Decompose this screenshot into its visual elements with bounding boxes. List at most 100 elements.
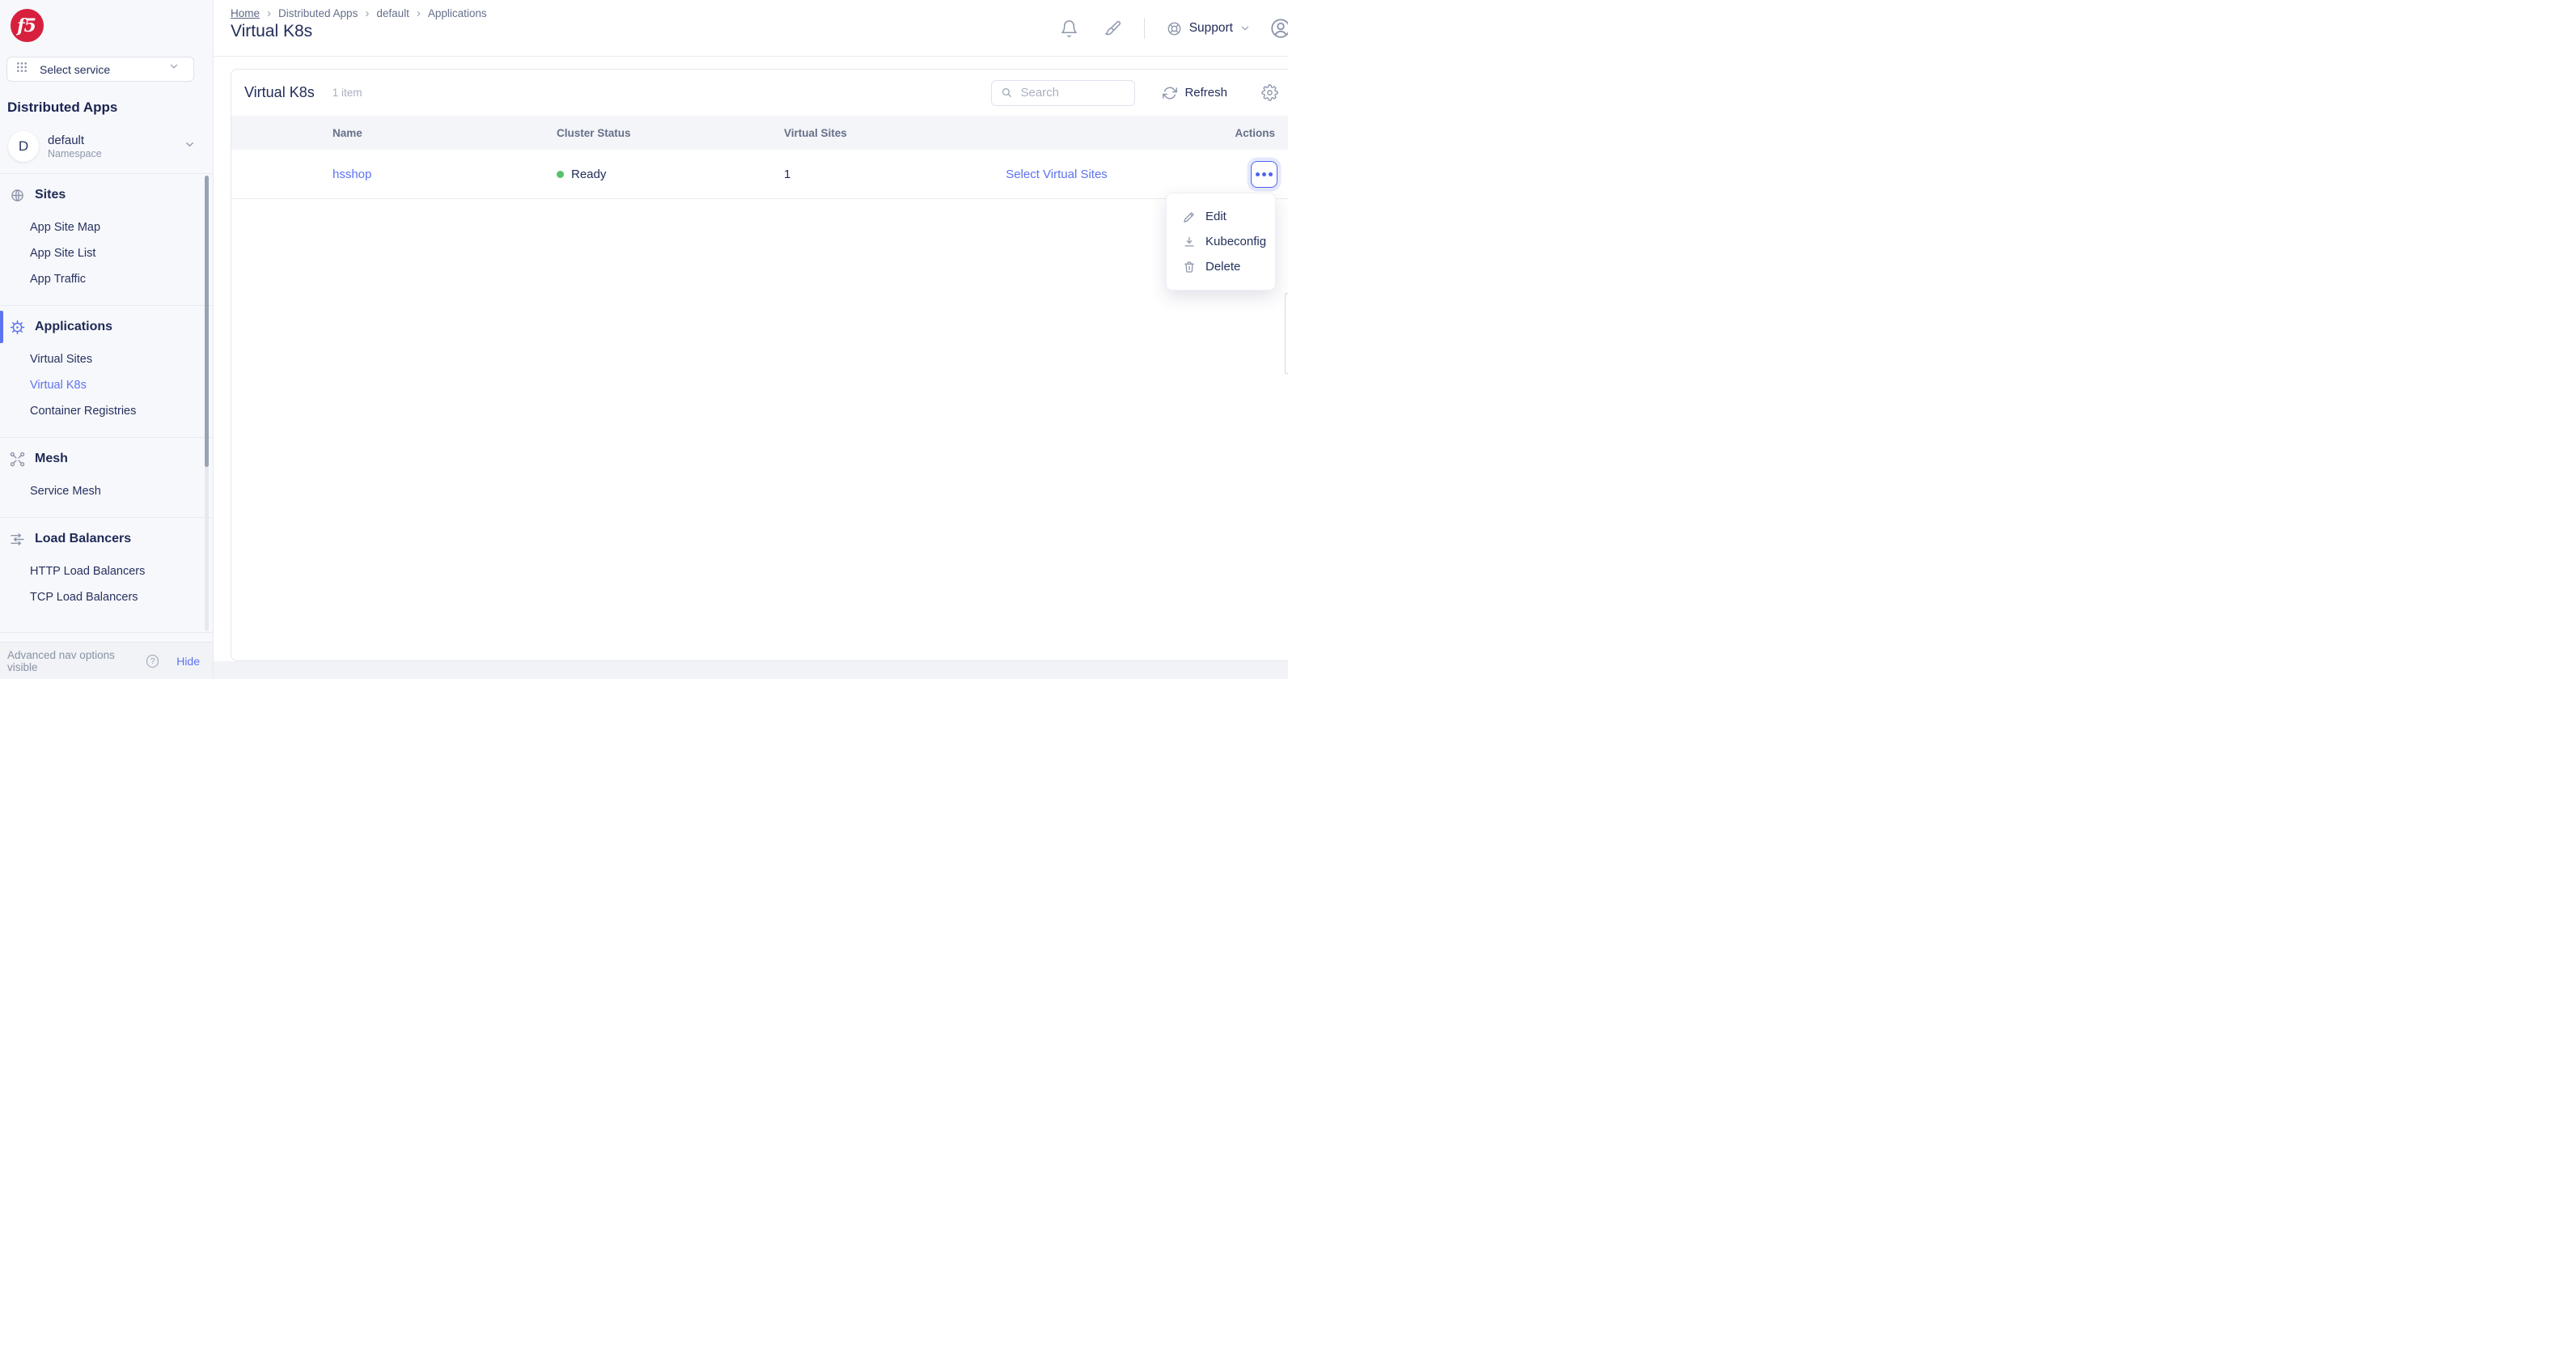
breadcrumb: Home › Distributed Apps › default › Appl… [231,7,487,19]
status-label: Ready [571,168,606,181]
sidebar-scrollbar-thumb[interactable] [205,176,209,467]
support-label: Support [1189,21,1233,36]
more-actions-button[interactable] [1251,161,1277,188]
search-icon [1000,86,1014,100]
top-bar: Home › Distributed Apps › default › Appl… [214,0,1288,57]
hide-nav-link[interactable]: Hide [176,655,200,668]
sidebar-item-app-traffic[interactable]: App Traffic [0,266,213,292]
sidebar-item-virtual-sites[interactable]: Virtual Sites [0,346,213,372]
more-horizontal-icon [1256,172,1260,176]
page-scrollbar-fragment[interactable] [1285,293,1288,374]
page-title: Virtual K8s [231,22,312,41]
breadcrumb-home[interactable]: Home [231,7,260,19]
virtual-sites-count: 1 [784,168,955,181]
search-box [991,80,1135,106]
f5-logo-text: f5 [17,15,37,36]
sidebar-item-sites[interactable]: Sites [0,184,213,206]
sidebar-item-app-site-list[interactable]: App Site List [0,240,213,266]
trash-icon [1182,260,1197,274]
menu-item-label: Edit [1205,210,1227,223]
sidebar: f5 Select service Distributed Apps D def… [0,0,214,679]
more-horizontal-icon [1262,172,1266,176]
column-header-cluster-status: Cluster Status [557,127,784,139]
chevron-down-icon [168,61,185,78]
sidebar-item-applications[interactable]: Applications [0,316,213,338]
sidebar-heading: Distributed Apps [7,100,117,116]
actions-cell [1251,161,1288,188]
pencil-icon [1182,210,1197,224]
apps-grid-icon [15,61,32,78]
nav-section-mesh: Mesh Service Mesh [0,438,213,518]
gear-icon[interactable] [1261,84,1278,101]
namespace-type-label: Namespace [48,148,102,159]
column-header-virtual-sites: Virtual Sites [784,127,955,139]
section-label: Applications [35,320,112,334]
select-virtual-sites-link[interactable]: Select Virtual Sites [1006,168,1108,181]
chevron-down-icon [1239,23,1251,34]
sidebar-item-container-registries[interactable]: Container Registries [0,398,213,424]
support-menu[interactable]: Support [1166,20,1251,37]
nav-section-sites: Sites App Site Map App Site List App Tra… [0,174,213,306]
row-name-link[interactable]: hsshop [333,168,557,181]
virtual-k8s-card: Virtual K8s 1 item Ref [231,69,1288,661]
advanced-nav-label: Advanced nav options visible [7,649,140,673]
lifebuoy-icon [1166,20,1183,37]
breadcrumb-separator: › [267,7,271,19]
item-count: 1 item [333,87,362,99]
sidebar-item-service-mesh[interactable]: Service Mesh [0,478,213,504]
load-balancer-icon [9,531,26,548]
menu-item-kubeconfig[interactable]: Kubeconfig [1167,229,1275,254]
globe-icon [9,187,26,204]
table-row: hsshop Ready 1 Select Virtual Sites [231,150,1288,199]
sidebar-item-app-site-map[interactable]: App Site Map [0,214,213,240]
mesh-nodes-icon [9,451,26,468]
breadcrumb-distributed-apps[interactable]: Distributed Apps [278,7,358,19]
menu-item-edit[interactable]: Edit [1167,204,1275,229]
refresh-label: Refresh [1184,86,1227,100]
menu-item-label: Kubeconfig [1205,235,1266,248]
chevron-down-icon [184,138,201,155]
refresh-button[interactable]: Refresh [1163,86,1227,100]
namespace-selector[interactable]: D default Namespace [3,126,210,167]
select-service-dropdown[interactable]: Select service [6,57,194,82]
sidebar-item-tcp-load-balancers[interactable]: TCP Load Balancers [0,584,213,610]
question-icon[interactable]: ? [146,655,159,668]
sidebar-item-http-load-balancers[interactable]: HTTP Load Balancers [0,558,213,584]
breadcrumb-default[interactable]: default [376,7,409,19]
kubernetes-helm-icon [9,319,26,336]
bell-icon[interactable] [1060,19,1078,38]
namespace-name: default [48,134,102,147]
menu-item-delete[interactable]: Delete [1167,254,1275,279]
status-dot-icon [557,171,564,178]
namespace-avatar: D [8,131,39,162]
sidebar-item-load-balancers[interactable]: Load Balancers [0,528,213,550]
actions-dropdown-menu: Edit Kubeconfig Delete [1166,193,1276,291]
brush-icon[interactable] [1103,19,1121,38]
sidebar-item-virtual-k8s[interactable]: Virtual K8s [0,372,213,398]
section-label: Mesh [35,452,68,466]
cluster-status-cell: Ready [557,168,784,181]
card-header: Virtual K8s 1 item Ref [231,70,1288,116]
sidebar-nav: Sites App Site Map App Site List App Tra… [0,173,213,633]
section-label: Sites [35,188,66,202]
column-header-name: Name [333,127,557,139]
download-icon [1182,235,1197,249]
sidebar-item-mesh[interactable]: Mesh [0,448,213,470]
namespace-initial: D [19,138,28,155]
f5-logo[interactable]: f5 [11,9,44,42]
breadcrumb-applications[interactable]: Applications [428,7,487,19]
table-header-row: Name Cluster Status Virtual Sites Action… [231,116,1288,150]
column-header-actions: Actions [1235,127,1288,139]
sidebar-scrollbar[interactable] [205,176,209,631]
breadcrumb-separator: › [417,7,421,19]
menu-item-label: Delete [1205,260,1240,274]
nav-section-load-balancers: Load Balancers HTTP Load Balancers TCP L… [0,518,213,633]
breadcrumb-separator: › [365,7,369,19]
sidebar-footer: Advanced nav options visible ? Hide [0,642,213,679]
user-icon[interactable] [1269,16,1288,40]
section-label: Load Balancers [35,532,131,546]
search-input[interactable] [1020,86,1117,100]
f5-console: f5 Select service Distributed Apps D def… [0,0,1288,679]
nav-section-applications: Applications Virtual Sites Virtual K8s C… [0,306,213,438]
top-actions: Support [1060,0,1288,57]
